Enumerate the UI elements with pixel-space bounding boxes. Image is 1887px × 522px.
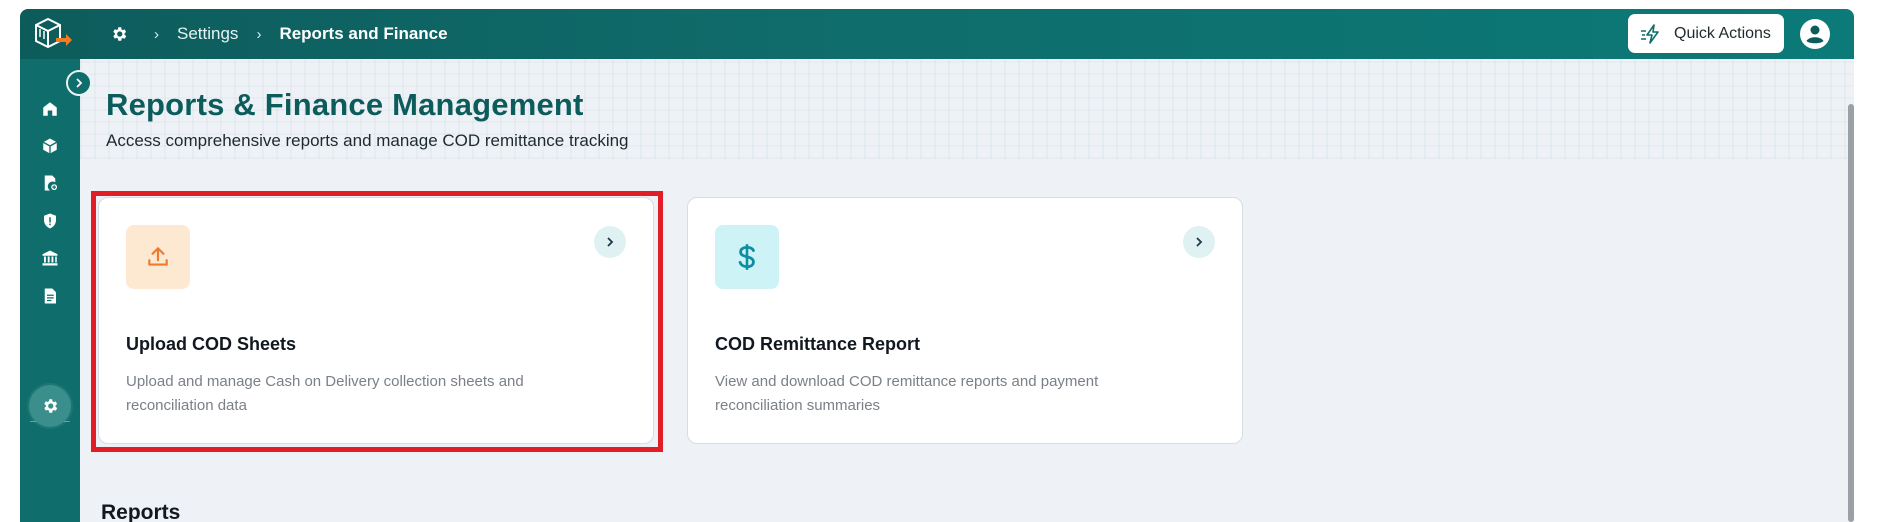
- reports-section-heading: Reports: [101, 501, 181, 522]
- scrollbar[interactable]: [1848, 104, 1854, 522]
- document-icon: [44, 288, 56, 304]
- sidebar-item-packages[interactable]: [40, 136, 60, 156]
- quick-actions-label: Quick Actions: [1674, 24, 1771, 42]
- card-description: View and download COD remittance reports…: [715, 373, 1099, 414]
- card-title: Upload COD Sheets: [126, 334, 297, 354]
- bank-icon: [42, 250, 58, 266]
- breadcrumb-item-settings[interactable]: Settings: [177, 24, 238, 44]
- chevron-right-icon: ›: [154, 25, 159, 43]
- app-window: › Settings › Reports and Finance Quick A…: [20, 9, 1854, 522]
- upload-cod-sheets-card[interactable]: Upload COD Sheets Upload and manage Cash…: [98, 197, 654, 444]
- page-subtitle: Access comprehensive reports and manage …: [106, 131, 629, 150]
- cod-remittance-report-card[interactable]: COD Remittance Report View and download …: [687, 197, 1243, 444]
- breadcrumb: › Settings › Reports and Finance: [110, 9, 448, 59]
- breadcrumb-item-current: Reports and Finance: [279, 24, 448, 43]
- user-icon: [1802, 21, 1828, 47]
- chevron-right-icon: [1196, 237, 1203, 247]
- package-icon: [42, 138, 58, 154]
- sidebar-item-new-order[interactable]: [40, 173, 60, 193]
- top-bar: › Settings › Reports and Finance Quick A…: [20, 9, 1854, 59]
- open-card-button[interactable]: [1183, 226, 1215, 258]
- sidebar: [20, 59, 80, 522]
- upload-icon: [148, 247, 168, 266]
- sidebar-item-security[interactable]: [40, 211, 60, 231]
- home-icon: [43, 102, 57, 116]
- card-icon-tile: [715, 225, 779, 289]
- sidebar-item-documents[interactable]: [40, 286, 60, 306]
- sidebar-item-finance[interactable]: [40, 248, 60, 268]
- card-title: COD Remittance Report: [715, 334, 921, 354]
- chevron-right-icon: [607, 237, 614, 247]
- dollar-icon: [738, 244, 755, 270]
- settings-gear-icon[interactable]: [110, 25, 128, 43]
- sidebar-item-home[interactable]: [40, 99, 60, 119]
- chevron-right-icon: ›: [256, 25, 262, 43]
- app-logo[interactable]: [30, 15, 74, 55]
- quick-actions-button[interactable]: Quick Actions: [1628, 14, 1784, 53]
- settings-icon: [44, 399, 58, 413]
- card-description: Upload and manage Cash on Delivery colle…: [126, 373, 524, 414]
- add-document-icon: [44, 175, 58, 191]
- chevron-right-icon: [76, 78, 83, 88]
- card-icon-tile: [126, 225, 190, 289]
- page-title: Reports & Finance Management: [106, 87, 584, 122]
- sidebar-toggle-button[interactable]: [66, 70, 92, 96]
- open-card-button[interactable]: [594, 226, 626, 258]
- user-avatar-button[interactable]: [1800, 19, 1830, 49]
- lightning-icon: [1641, 23, 1659, 44]
- sidebar-item-settings[interactable]: [29, 385, 71, 427]
- shield-icon: [44, 213, 56, 229]
